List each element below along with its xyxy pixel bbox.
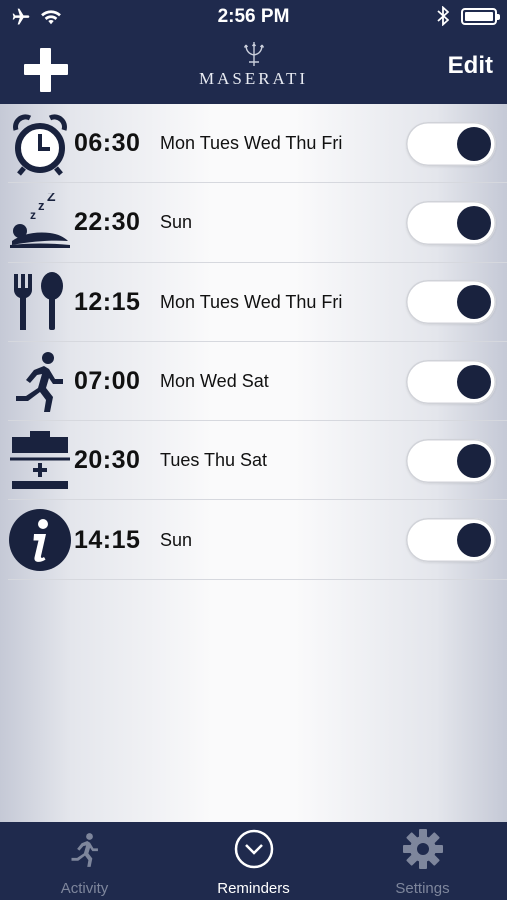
reminders-content: 06:30 Mon Tues Wed Thu Fri z z Z 22:30 S… bbox=[0, 104, 507, 822]
reminder-row[interactable]: 14:15 Sun bbox=[0, 500, 507, 581]
trident-icon bbox=[243, 42, 264, 66]
reminder-toggle[interactable] bbox=[406, 121, 496, 166]
nav-bar: MASERATI Edit bbox=[0, 34, 507, 104]
battery-icon bbox=[461, 7, 500, 25]
reminder-time: 14:15 bbox=[74, 525, 141, 554]
meal-icon bbox=[6, 267, 74, 337]
reminder-time: 07:00 bbox=[74, 367, 141, 396]
reminder-toggle[interactable] bbox=[406, 438, 496, 483]
reminder-row[interactable]: 20:30 Tues Thu Sat bbox=[0, 421, 507, 501]
status-time: 2:56 PM bbox=[217, 6, 290, 27]
reminder-toggle[interactable] bbox=[406, 359, 496, 404]
running-icon bbox=[6, 347, 74, 417]
edit-button[interactable]: Edit bbox=[448, 52, 493, 80]
bluetooth-icon bbox=[437, 6, 449, 26]
sleep-icon: z z Z bbox=[6, 188, 74, 258]
brand-logo: MASERATI bbox=[0, 40, 507, 89]
tab-label: Activity bbox=[60, 880, 109, 897]
tab-activity[interactable]: Activity bbox=[0, 822, 169, 900]
tab-reminders[interactable]: Reminders bbox=[169, 822, 338, 900]
toggle-knob bbox=[457, 285, 491, 320]
reminder-toggle[interactable] bbox=[406, 518, 496, 563]
toggle-knob bbox=[457, 126, 491, 161]
reminder-time: 22:30 bbox=[74, 208, 141, 237]
reminder-row[interactable]: 07:00 Mon Wed Sat bbox=[0, 342, 507, 422]
status-bar: 2:56 PM bbox=[0, 0, 507, 34]
svg-text:Z: Z bbox=[47, 193, 56, 204]
toggle-knob bbox=[457, 205, 491, 240]
svg-text:z: z bbox=[38, 198, 45, 213]
toggle-knob bbox=[457, 523, 491, 558]
info-icon bbox=[6, 505, 74, 575]
alarm-clock-icon bbox=[6, 109, 74, 179]
reminder-row[interactable]: 12:15 Mon Tues Wed Thu Fri bbox=[0, 263, 507, 343]
status-right bbox=[437, 6, 500, 26]
reminder-time: 06:30 bbox=[74, 129, 141, 158]
reminder-toggle[interactable] bbox=[406, 280, 496, 325]
toggle-knob bbox=[457, 443, 491, 478]
reminder-list: 06:30 Mon Tues Wed Thu Fri z z Z 22:30 S… bbox=[0, 104, 507, 581]
brand-wordmark: MASERATI bbox=[198, 69, 308, 88]
reminder-row[interactable]: z z Z 22:30 Sun bbox=[0, 183, 507, 263]
tab-label: Reminders bbox=[217, 880, 290, 897]
reminder-row[interactable]: 06:30 Mon Tues Wed Thu Fri bbox=[0, 104, 507, 184]
scale-icon bbox=[6, 426, 74, 496]
clock-icon bbox=[234, 829, 273, 869]
reminder-time: 20:30 bbox=[74, 446, 141, 475]
reminder-time: 12:15 bbox=[74, 287, 141, 316]
reminder-toggle[interactable] bbox=[406, 200, 496, 245]
tab-bar: Activity Reminders Settings bbox=[0, 822, 507, 900]
gear-icon bbox=[402, 829, 443, 869]
svg-text:z: z bbox=[30, 208, 36, 222]
tab-settings[interactable]: Settings bbox=[338, 822, 507, 900]
tab-label: Settings bbox=[395, 880, 450, 897]
toggle-knob bbox=[457, 364, 491, 399]
running-icon bbox=[71, 833, 98, 867]
